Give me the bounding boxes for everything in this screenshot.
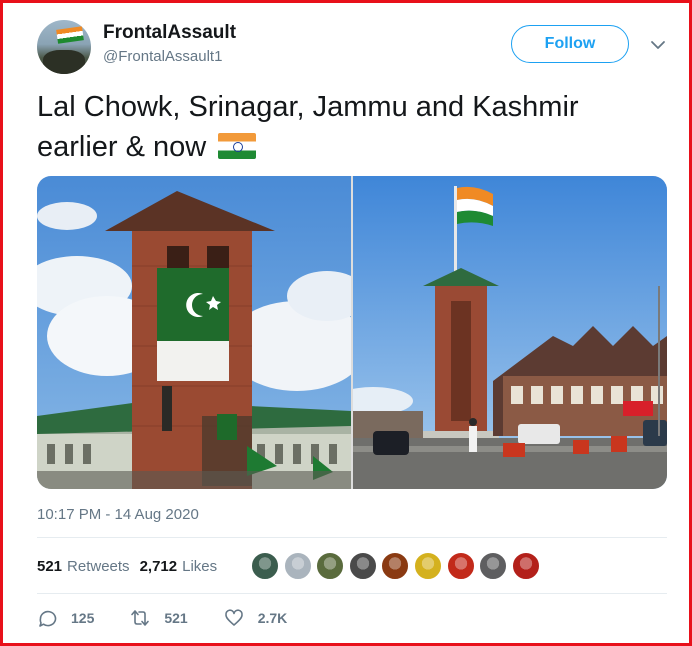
media-grid bbox=[37, 176, 667, 489]
avatar-flag-icon bbox=[56, 26, 84, 44]
liker-avatar[interactable] bbox=[446, 552, 475, 580]
retweet-count: 521 bbox=[164, 610, 188, 626]
photo-earlier[interactable] bbox=[37, 176, 351, 489]
retweets-stat[interactable]: 521 Retweets bbox=[37, 558, 130, 575]
liker-avatar[interactable] bbox=[348, 552, 377, 580]
liker-avatars bbox=[251, 552, 544, 580]
liker-avatar[interactable] bbox=[413, 552, 442, 580]
tweet-body: Lal Chowk, Srinagar, Jammu and Kashmir e… bbox=[37, 91, 579, 163]
liker-avatar[interactable] bbox=[479, 552, 508, 580]
liker-avatar[interactable] bbox=[283, 552, 312, 580]
retweets-label: Retweets bbox=[67, 557, 130, 575]
reply-count: 125 bbox=[71, 610, 95, 626]
tweet-stats: 521 Retweets 2,712 Likes bbox=[37, 556, 227, 576]
india-flag-icon bbox=[218, 133, 257, 159]
follow-button[interactable]: Follow bbox=[511, 25, 629, 63]
liker-avatar[interactable] bbox=[251, 552, 279, 580]
tweet-frame: FrontalAssault @FrontalAssault1 Follow L… bbox=[0, 0, 692, 646]
chevron-down-icon[interactable] bbox=[650, 37, 666, 53]
tweet-text: Lal Chowk, Srinagar, Jammu and Kashmir e… bbox=[37, 87, 667, 167]
author-avatar[interactable] bbox=[37, 20, 91, 74]
likes-stat[interactable]: 2,712 Likes bbox=[140, 558, 218, 575]
heart-icon bbox=[224, 609, 243, 626]
liker-avatar[interactable] bbox=[381, 552, 410, 580]
retweets-count: 521 bbox=[37, 557, 63, 575]
tweet-actions: 125 521 2.7K bbox=[37, 606, 323, 630]
reply-icon bbox=[39, 610, 57, 627]
author-name[interactable]: FrontalAssault bbox=[103, 22, 236, 44]
photo-now[interactable] bbox=[353, 176, 667, 489]
like-action[interactable]: 2.7K bbox=[224, 608, 288, 628]
liker-avatar[interactable] bbox=[511, 552, 540, 580]
avatar-silhouette bbox=[43, 50, 85, 74]
divider bbox=[37, 537, 667, 538]
divider bbox=[37, 593, 667, 594]
retweet-icon bbox=[131, 610, 150, 626]
tweet-timestamp[interactable]: 10:17 PM - 14 Aug 2020 bbox=[37, 506, 199, 523]
likes-label: Likes bbox=[182, 557, 218, 575]
likes-count: 2,712 bbox=[139, 557, 178, 575]
like-count: 2.7K bbox=[257, 610, 288, 626]
liker-avatar[interactable] bbox=[316, 552, 345, 580]
reply-action[interactable]: 125 bbox=[37, 608, 94, 628]
author-handle[interactable]: @FrontalAssault1 bbox=[103, 48, 222, 65]
retweet-action[interactable]: 521 bbox=[130, 608, 188, 628]
